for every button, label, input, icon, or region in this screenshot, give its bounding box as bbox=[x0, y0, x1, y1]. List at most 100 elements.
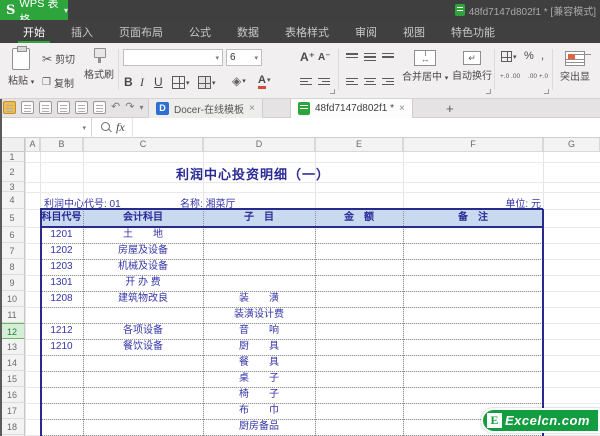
select-all-corner[interactable] bbox=[0, 138, 25, 152]
row-header-14[interactable]: 14 bbox=[0, 355, 25, 371]
row-header-13[interactable]: 13 bbox=[0, 339, 25, 355]
decrease-indent-button[interactable] bbox=[300, 76, 312, 87]
menu-item-3[interactable]: 公式 bbox=[176, 20, 224, 43]
increase-decimal-button[interactable]: +.0 .00 bbox=[500, 73, 520, 81]
font-size-combo[interactable]: 6 ▾ bbox=[226, 49, 262, 66]
row-header-5[interactable]: 5 bbox=[0, 209, 25, 227]
row-header-17[interactable]: 17 bbox=[0, 403, 25, 419]
align-bottom-button[interactable] bbox=[382, 51, 394, 60]
file-icon[interactable] bbox=[3, 101, 16, 114]
menu-item-5[interactable]: 表格样式 bbox=[272, 20, 342, 43]
column-header-E[interactable]: E bbox=[315, 138, 403, 152]
font-name-combo[interactable]: ▾ bbox=[123, 49, 223, 66]
row-header-16[interactable]: 16 bbox=[0, 387, 25, 403]
cell-row6-col0: 1201 bbox=[50, 229, 73, 240]
row-header-11[interactable]: 11 bbox=[0, 307, 25, 323]
menu-item-1[interactable]: 插入 bbox=[58, 20, 106, 43]
print-icon[interactable] bbox=[57, 101, 70, 114]
number-group-dialog-launcher[interactable] bbox=[544, 89, 549, 94]
row-header-12[interactable]: 12 bbox=[0, 323, 25, 339]
close-icon[interactable]: × bbox=[249, 103, 255, 114]
spreadsheet-grid[interactable]: ABCDEFG 12345678910111213141516171819 利润… bbox=[0, 138, 600, 436]
row-header-15[interactable]: 15 bbox=[0, 371, 25, 387]
grow-font-button[interactable]: A⁺ bbox=[300, 50, 315, 64]
table-inner-line bbox=[40, 371, 543, 372]
wrap-text-button[interactable]: ↵ 自动换行 bbox=[452, 51, 492, 82]
fill-color-button[interactable]: ◈ ▾ bbox=[232, 75, 246, 87]
copy-button[interactable]: ❐ 复制 bbox=[42, 75, 74, 90]
align-middle-button[interactable] bbox=[364, 51, 376, 63]
number-format-button[interactable]: ▾ bbox=[501, 51, 517, 62]
comma-style-button[interactable]: , bbox=[541, 50, 544, 62]
fx-icon[interactable]: fx bbox=[116, 120, 125, 135]
row-header-8[interactable]: 8 bbox=[0, 259, 25, 275]
wps-app-menu-button[interactable]: S WPS 表格 ▾ bbox=[0, 0, 68, 26]
shading-icon bbox=[198, 76, 211, 89]
cut-button[interactable]: ✂ 剪切 bbox=[42, 51, 75, 67]
tab-0[interactable]: D Docer-在线模板 × bbox=[148, 99, 263, 118]
menu-item-0[interactable]: 开始 bbox=[10, 20, 58, 43]
save-icon[interactable] bbox=[21, 101, 34, 114]
align-center-button[interactable] bbox=[364, 76, 376, 87]
close-icon[interactable]: × bbox=[399, 103, 405, 114]
table-inner-line bbox=[40, 243, 543, 244]
font-color-button[interactable]: A ▾ bbox=[258, 74, 270, 89]
ribbon: 粘贴 ▾ ✂ 剪切 ❐ 复制 格式刷 ▾ 6 ▾ A⁺ A⁻ B I U ▾ ▾ bbox=[0, 43, 600, 99]
tab-1[interactable]: 48fd7147d802f1 * × bbox=[290, 99, 413, 118]
table-inner-line bbox=[40, 339, 543, 340]
row-header-6[interactable]: 6 bbox=[0, 227, 25, 243]
column-header-A[interactable]: A bbox=[25, 138, 40, 152]
column-header-F[interactable]: F bbox=[403, 138, 543, 152]
document-title-area: 48fd7147d802f1 * [兼容模式] bbox=[454, 0, 596, 20]
formula-input[interactable] bbox=[132, 118, 600, 138]
decrease-decimal-button[interactable]: .00 +.0 bbox=[528, 73, 548, 81]
wrap-text-icon: ↵ bbox=[463, 51, 481, 65]
italic-button[interactable]: I bbox=[140, 75, 144, 90]
copy-icon: ❐ bbox=[42, 76, 51, 88]
menu-item-2[interactable]: 页面布局 bbox=[106, 20, 176, 43]
column-header-C[interactable]: C bbox=[83, 138, 203, 152]
align-right-button[interactable] bbox=[382, 76, 394, 87]
search-icon[interactable] bbox=[101, 122, 110, 131]
underline-button[interactable]: U bbox=[154, 75, 163, 89]
borders-icon bbox=[172, 76, 185, 89]
font-group-dialog-launcher[interactable] bbox=[330, 89, 335, 94]
column-header-B[interactable]: B bbox=[40, 138, 83, 152]
paste-button[interactable]: 粘贴 ▾ bbox=[8, 46, 34, 87]
page-icon[interactable] bbox=[93, 101, 106, 114]
borders-button[interactable]: ▾ bbox=[172, 76, 190, 89]
highlight-cells-button[interactable]: 突出显 bbox=[560, 51, 590, 83]
align-left-button[interactable] bbox=[346, 76, 358, 87]
row-header-4[interactable]: 4 bbox=[0, 192, 25, 209]
name-box[interactable]: ▾ bbox=[0, 118, 92, 138]
row-header-7[interactable]: 7 bbox=[0, 243, 25, 259]
row-header-18[interactable]: 18 bbox=[0, 419, 25, 435]
row-header-10[interactable]: 10 bbox=[0, 291, 25, 307]
shading-button[interactable]: ▾ bbox=[198, 76, 216, 89]
percent-style-button[interactable]: % bbox=[524, 50, 534, 62]
merge-center-button[interactable]: 合并居中 ▾ bbox=[402, 50, 448, 83]
menu-item-8[interactable]: 特色功能 bbox=[438, 20, 508, 43]
export-pdf-icon[interactable] bbox=[39, 101, 52, 114]
menu-item-7[interactable]: 视图 bbox=[390, 20, 438, 43]
column-header-D[interactable]: D bbox=[203, 138, 315, 152]
align-group-dialog-launcher[interactable] bbox=[486, 89, 491, 94]
row-header-1[interactable]: 1 bbox=[0, 152, 25, 162]
row-header-2[interactable]: 2 bbox=[0, 162, 25, 182]
decrease-decimal-label: .00 +.0 bbox=[528, 73, 549, 80]
row-header-3[interactable]: 3 bbox=[0, 182, 25, 192]
align-top-button[interactable] bbox=[346, 51, 358, 60]
shrink-font-button[interactable]: A⁻ bbox=[318, 52, 331, 63]
bold-button[interactable]: B bbox=[124, 75, 133, 89]
menu-item-6[interactable]: 审阅 bbox=[342, 20, 390, 43]
menu-item-4[interactable]: 数据 bbox=[224, 20, 272, 43]
redo-icon[interactable]: ↷ bbox=[125, 102, 134, 113]
increase-indent-button[interactable] bbox=[318, 76, 330, 87]
new-tab-button[interactable]: + bbox=[446, 99, 454, 118]
column-header-G[interactable]: G bbox=[543, 138, 600, 152]
format-painter-button[interactable]: 格式刷 bbox=[84, 48, 114, 81]
print-preview-icon[interactable] bbox=[75, 101, 88, 114]
dropdown-icon[interactable]: ▾ bbox=[139, 103, 143, 112]
row-header-9[interactable]: 9 bbox=[0, 275, 25, 291]
undo-icon[interactable]: ↶ bbox=[111, 102, 120, 113]
